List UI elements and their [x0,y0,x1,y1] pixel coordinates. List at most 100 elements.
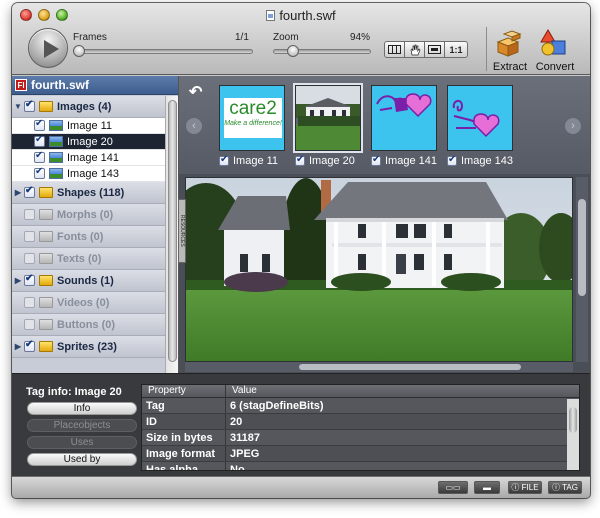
scroll-right-icon[interactable]: › [565,118,581,134]
extract-button[interactable]: Extract [492,28,528,73]
image-checkbox[interactable] [34,134,45,147]
properties-scrollbar[interactable] [567,399,579,470]
thumbnail-label: Image 141 [385,155,437,167]
category-sprites-checkbox[interactable] [24,339,35,352]
resources-drawer-tab[interactable]: RESOURCES [178,199,186,263]
thumbnail-checkbox[interactable] [219,154,229,166]
table-row[interactable]: Has alpha No [142,462,579,470]
window-title-text: fourth.swf [279,8,336,23]
category-images-checkbox[interactable] [24,99,35,112]
image-item-141[interactable]: Image 141 [12,150,165,166]
property-cell: Tag [142,398,226,413]
thumbnail-image-20[interactable]: Image 20 [293,83,363,167]
preview-vertical-scrollbar[interactable] [576,177,588,362]
category-shapes[interactable]: ▶ Shapes (118) [12,182,165,204]
thumbnail-preview[interactable]: care2 Make a difference! [219,85,285,151]
frames-slider-knob[interactable] [73,45,85,57]
thumbnail-caption: Image 143 [447,154,515,167]
disclosure-triangle-collapsed-icon[interactable]: ▶ [12,276,24,285]
hand-tool-icon[interactable] [404,41,425,58]
scroll-left-icon[interactable]: ‹ [186,118,202,134]
tag-info-title: Tag info: Image 20 [26,386,122,398]
property-cell: Image format [142,446,226,461]
category-texts[interactable]: Texts (0) [12,248,165,270]
category-texts-checkbox[interactable] [24,253,35,264]
category-buttons[interactable]: Buttons (0) [12,314,165,336]
convert-button[interactable]: Convert [535,28,575,73]
category-images[interactable]: ▼ Images (4) [12,96,165,118]
thumbnail-image-141[interactable]: Image 141 [371,85,439,167]
status-bar: ▭▭ ▬ ⓘ FILE ⓘ TAG [12,476,590,498]
category-morphs-checkbox[interactable] [24,209,35,220]
properties-table-header: Property Value [142,385,579,398]
thumbnail-preview[interactable] [447,85,513,151]
category-sounds[interactable]: ▶ Sounds (1) [12,270,165,292]
file-info-button[interactable]: ⓘ FILE [508,481,542,494]
play-button[interactable] [28,28,68,68]
preview-horizontal-scrollbar[interactable] [185,362,573,372]
frames-slider[interactable] [73,49,253,54]
image-checkbox[interactable] [34,166,45,179]
category-sounds-checkbox[interactable] [24,273,35,286]
category-videos-checkbox[interactable] [24,297,35,308]
split-view-icon[interactable]: ▬ [474,481,500,494]
care2-tagline: Make a difference! [224,120,282,127]
thumbnail-checkbox[interactable] [447,154,457,166]
preview-vertical-scroll-thumb[interactable] [578,199,586,296]
document-icon [266,10,276,21]
sidebar-file-header[interactable]: Fl fourth.swf [12,76,178,95]
thumbnail-checkbox[interactable] [371,154,381,166]
filmstrip-view-icon[interactable] [384,41,405,58]
column-header-property[interactable]: Property [142,385,226,397]
category-label: Shapes (118) [57,186,125,199]
thumbnail-preview[interactable] [371,85,437,151]
category-morphs[interactable]: Morphs (0) [12,204,165,226]
image-item-20[interactable]: Image 20 [12,134,165,150]
disclosure-triangle-expanded-icon[interactable]: ▼ [12,102,24,111]
category-label: Fonts (0) [57,230,104,243]
table-row[interactable]: ID 20 [142,414,579,430]
properties-scroll-thumb[interactable] [569,407,577,433]
category-buttons-checkbox[interactable] [24,319,35,330]
disclosure-triangle-collapsed-icon[interactable]: ▶ [12,342,24,351]
category-fonts-checkbox[interactable] [24,231,35,242]
window-title: fourth.swf [12,8,590,23]
uses-button[interactable]: Uses [27,436,137,449]
category-videos[interactable]: Videos (0) [12,292,165,314]
thumbnail-checkbox[interactable] [295,154,305,166]
actual-size-button[interactable]: 1:1 [444,41,468,58]
sidebar-file-name: fourth.swf [31,78,89,92]
image-item-11[interactable]: Image 11 [12,118,165,134]
placeobjects-button[interactable]: Placeobjects [27,419,137,432]
thumbnail-image-143[interactable]: Image 143 [447,85,515,167]
toolbar: fourth.swf Frames 1/1 Zoom 94% 1:1 Extra… [12,3,590,75]
table-row[interactable]: Image format JPEG [142,446,579,462]
used-by-button[interactable]: Used by [27,453,137,466]
back-arrow-icon[interactable]: ↶ [189,82,202,102]
image-checkbox[interactable] [34,150,45,163]
folder-icon [39,341,53,352]
folder-icon [39,253,53,264]
table-row[interactable]: Tag 6 (stagDefineBits) [142,398,579,414]
thumbnail-image-11[interactable]: care2 Make a difference! Image 11 [219,85,287,167]
layout-toggle-icon[interactable]: ▭▭ [438,481,468,494]
table-row[interactable]: Size in bytes 31187 [142,430,579,446]
tag-info-button[interactable]: ⓘ TAG [548,481,582,494]
zoom-slider-knob[interactable] [287,45,299,57]
column-header-value[interactable]: Value [226,385,579,397]
sidebar-scrollbar[interactable] [165,96,178,373]
category-label: Texts (0) [57,252,102,265]
preview-area: ↶ ‹ › care2 Make a difference! Image 11 [179,76,590,373]
category-sprites[interactable]: ▶ Sprites (23) [12,336,165,358]
image-item-143[interactable]: Image 143 [12,166,165,182]
sidebar-scroll-thumb[interactable] [168,100,177,362]
preview-horizontal-scroll-thumb[interactable] [299,364,521,370]
image-checkbox[interactable] [34,118,45,131]
category-shapes-checkbox[interactable] [24,185,35,198]
category-fonts[interactable]: Fonts (0) [12,226,165,248]
fit-window-icon[interactable] [424,41,445,58]
thumbnail-preview-selected[interactable] [293,83,363,153]
disclosure-triangle-collapsed-icon[interactable]: ▶ [12,188,24,197]
info-button[interactable]: Info [27,402,137,415]
value-cell: 6 (stagDefineBits) [230,400,324,412]
